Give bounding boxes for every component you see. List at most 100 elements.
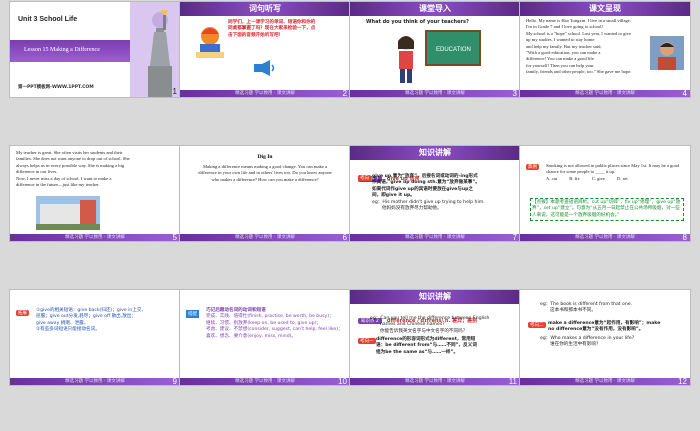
intro-question: What do you think of your teachers? xyxy=(366,19,469,25)
teacher-at-board-illustration: EDUCATION xyxy=(398,30,481,83)
slide-number: 10 xyxy=(338,377,347,385)
slide-number: 6 xyxy=(342,233,347,241)
slide-thumbnail[interactable]: 搭配 巧记后跟动名词的动词和短语 完成、实践、值得忙(finish, pract… xyxy=(180,290,350,385)
slide-thumbnail[interactable]: 拓展 ①give的相关短语：give back(归还)；give in上交、 屈… xyxy=(10,290,180,385)
note-line: 考虑、建议、不禁想(consider, suggest, can't help,… xyxy=(206,327,343,333)
slide-thumbnail[interactable]: 知识讲解 知识点 2 difference /'dɪfrəns/ n. 差异；差… xyxy=(350,290,520,385)
passage-line: difference in the future—just like my te… xyxy=(16,182,100,188)
note-line: ②有些多词短语只能接动名词。 xyxy=(36,327,100,333)
slide-thumbnail[interactable]: Dig In Making a difference means making … xyxy=(180,146,350,241)
speaker-icon[interactable] xyxy=(254,60,276,76)
slide-thumbnail[interactable]: 知识讲解 知识点 1 give up 放弃 考向 give up 意为“放弃”，… xyxy=(350,146,520,241)
collocation-notes: 巧记后跟动名词的动词和短语 完成、实践、值得忙(finish, practise… xyxy=(206,308,344,340)
footer-text: 精选习题 学以致用 · 课文讲解 xyxy=(235,235,295,240)
footer-text: 精选习题 学以致用 · 课文讲解 xyxy=(65,379,125,384)
dig-in-title: Dig In xyxy=(257,154,273,160)
option-a: A. cut xyxy=(546,175,558,181)
footer-text: 精选习题 学以致用 · 课文讲解 xyxy=(575,91,635,96)
passage-line: family, friends and other people, too." … xyxy=(526,69,632,75)
option-b: B. fix xyxy=(569,175,580,181)
footer-text: 精选习题 学以致用 · 课文讲解 xyxy=(405,91,465,96)
footer-text: 精选习题 学以致用 · 课文讲解 xyxy=(65,235,125,240)
slide-header-bar: 知识讲解 xyxy=(350,290,520,304)
student-reading-illustration xyxy=(196,27,224,58)
slide-header: 知识讲解 xyxy=(419,148,451,157)
slide-header: 知识讲解 xyxy=(419,292,451,301)
explanation-line: 组为be the same as“与……一样”。 xyxy=(376,349,459,355)
student-photo xyxy=(650,36,684,70)
explanation-line: no difference意为“没有作用，没有影响”。 xyxy=(548,327,644,333)
footer-text: 精选习题 学以致用 · 课文讲解 xyxy=(235,379,295,384)
collocation-badge: 搭配 xyxy=(186,310,199,318)
note-line: 喜欢、想念、要介意(enjoy, miss, mind)。 xyxy=(206,333,297,339)
note-line: 完成、实践、值得忙(finish, practise, be worth, be… xyxy=(206,314,334,320)
explanation: difference的形容词形式为different，常用短 语：be diff… xyxy=(376,337,514,356)
board-text: EDUCATION xyxy=(436,47,471,53)
examples: eg：Who makes a difference in your life? … xyxy=(540,336,686,349)
slide-footer: 精选习题 学以致用 · 课文讲解 xyxy=(520,90,690,97)
question-text: Smoking is not allowed in public places … xyxy=(546,163,680,175)
example-translation: 他妈妈没有放弃尽力帮助他。 xyxy=(382,206,442,212)
example-translation: 你能告诉我英文名字与中文名字的不同吗？ xyxy=(380,328,468,334)
slide-header-bar: 词句听写 xyxy=(180,2,350,16)
dig-in-text: Making a difference means making a good … xyxy=(198,164,332,182)
extension-notes: ①give的相关短语：give back(归还)；give in上交、 屈服；g… xyxy=(36,308,174,334)
dictation-instructions: 同学们，上一课学习的单词、短语你和你的同桌都掌握了吗？现在大家来检验一下，点击下… xyxy=(228,20,316,38)
slide-thumbnail[interactable]: My teacher is great. She often visits he… xyxy=(10,146,180,241)
statue-of-liberty-image xyxy=(130,2,180,97)
examples: eg：Can you tell me the difference betwee… xyxy=(370,316,516,335)
solution-note: 【点拨】本题考查短语辨析。cut up“切碎”，fix up“修理”，give … xyxy=(530,198,684,222)
slide-thumbnail[interactable]: 课堂导入 What do you think of your teachers?… xyxy=(350,2,520,97)
footer-text: 精选习题 学以致用 · 课文讲解 xyxy=(575,379,635,384)
kaoxiang-badge: 考向二 xyxy=(528,322,546,328)
slide-number: 12 xyxy=(678,377,687,385)
slide-header-bar: 知识讲解 xyxy=(350,146,520,160)
slide-number: 1 xyxy=(172,87,177,96)
slide-number: 2 xyxy=(342,89,347,97)
slide-number: 11 xyxy=(508,377,517,385)
answer-options: A. cut B. fix C. give D. set xyxy=(546,176,682,182)
school-building-photo xyxy=(36,196,100,230)
exercise-question: Smoking is not allowed in public places … xyxy=(546,163,682,182)
footer-text: 精选习题 学以致用 · 课文讲解 xyxy=(235,91,295,96)
slide-header-bar: 课文呈现 xyxy=(520,2,690,16)
kaoxiang-badge: 考向一 xyxy=(358,338,376,344)
slide-header: 课文呈现 xyxy=(589,4,621,13)
slide-footer: 精选习题 学以致用 · 课文讲解 xyxy=(10,378,180,385)
slide-number: 4 xyxy=(682,89,687,97)
footer-text: 精选习题 学以致用 · 课文讲解 xyxy=(405,235,465,240)
unit-title: Unit 3 School Life xyxy=(18,16,78,23)
slide-number: 5 xyxy=(172,233,177,241)
slide-footer: 精选习题 学以致用 · 课文讲解 xyxy=(180,234,350,241)
footer-text: 精选习题 学以致用 · 课文讲解 xyxy=(405,379,465,384)
footer-text: 精选习题 学以致用 · 课文讲解 xyxy=(575,235,635,240)
slide-footer: 精选习题 学以致用 · 课文讲解 xyxy=(520,378,690,385)
kaoxiang-badge: 考向 xyxy=(358,175,371,181)
slide-footer: 精选习题 学以致用 · 课文讲解 xyxy=(180,90,350,97)
slide-header: 课堂导入 xyxy=(419,4,451,13)
slide-thumbnail[interactable]: 课文呈现 Hello. My name is Hao Tongxin. I li… xyxy=(520,2,690,97)
slide-footer: 精选习题 学以致用 · 课文讲解 xyxy=(350,378,520,385)
option-c: C. give xyxy=(591,175,605,181)
option-d: D. set xyxy=(616,175,628,181)
lesson-title: Lesson 15 Making a Difference xyxy=(24,47,100,53)
extension-badge: 拓展 xyxy=(16,310,29,316)
slide-number: 3 xyxy=(512,89,517,97)
slide-number: 9 xyxy=(172,377,177,385)
slide-footer: 精选习题 学以致用 · 课文讲解 xyxy=(350,234,520,241)
slide-footer: 精选习题 学以致用 · 课文讲解 xyxy=(350,90,520,97)
slide-footer: 精选习题 学以致用 · 课文讲解 xyxy=(180,378,350,385)
slide-footer: 精选习题 学以致用 · 课文讲解 xyxy=(520,234,690,241)
slide-thumbnail[interactable]: 典例 Smoking is not allowed in public plac… xyxy=(520,146,690,241)
example-badge: 典例 xyxy=(526,164,539,170)
slide-thumbnail[interactable]: Unit 3 School Life Lesson 15 Making a Di… xyxy=(10,2,180,97)
example-translation: 谁在你的生活中有影响？ xyxy=(550,342,601,348)
slide-thumbnail[interactable]: eg：The book is different from that one. … xyxy=(520,290,690,385)
slide-thumbnail[interactable]: 词句听写 同学们，上一课学习的单词、短语你和你的同桌都掌握了吗？现在大家来检验一… xyxy=(180,2,350,97)
examples: eg：The book is different from that one. … xyxy=(540,302,686,315)
example-translation: 这本书和那本书不同。 xyxy=(550,308,596,314)
slide-number: 7 xyxy=(512,233,517,241)
slide-header-bar: 课堂导入 xyxy=(350,2,520,16)
brand-text: 第一PPT模板网-WWW.1PPT.COM xyxy=(18,85,94,90)
slide-header: 词句听写 xyxy=(249,4,281,13)
